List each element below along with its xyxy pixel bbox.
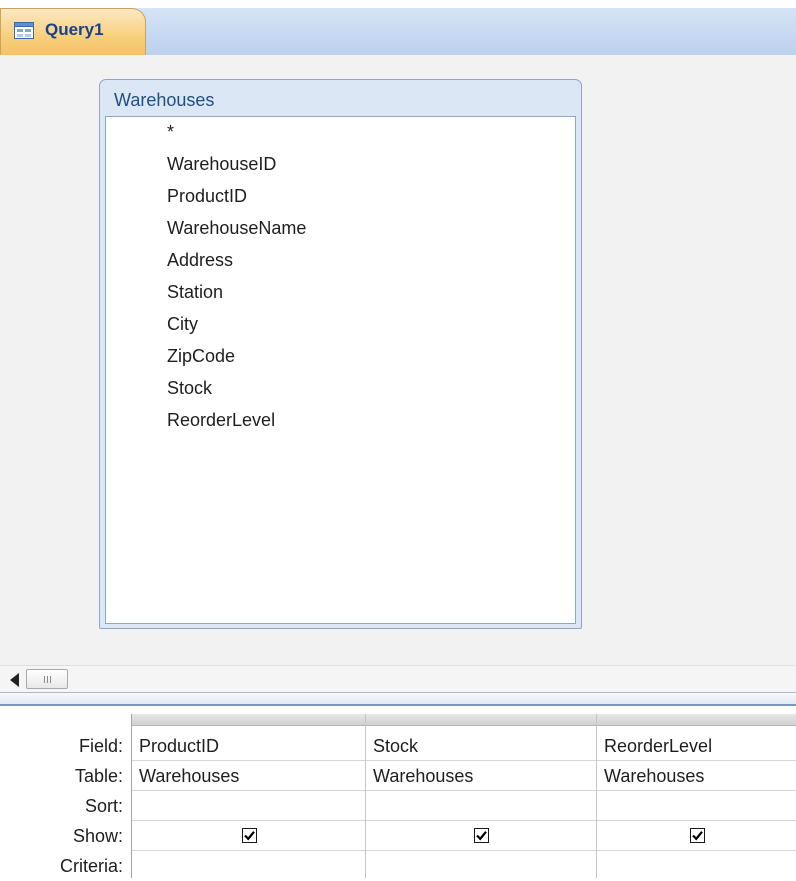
criteria-cell[interactable] <box>597 851 796 881</box>
field-item-station[interactable]: Station <box>167 277 223 307</box>
column-selector[interactable] <box>597 714 796 726</box>
column-selector[interactable] <box>366 714 596 726</box>
checkmark-icon <box>243 831 255 841</box>
field-cell-value: ProductID <box>139 736 220 756</box>
grid-row-labels: Field: Table: Sort: Show: Criteria: <box>0 706 131 878</box>
pane-splitter[interactable] <box>0 692 796 706</box>
grid-column: Stock Warehouses <box>366 714 597 878</box>
grip-line <box>47 676 48 683</box>
table-cell-value: Warehouses <box>139 766 240 786</box>
table-cell-value: Warehouses <box>373 766 474 786</box>
show-cell <box>597 821 796 851</box>
field-item-zipcode[interactable]: ZipCode <box>167 341 235 371</box>
field-cell[interactable]: ReorderLevel <box>597 731 796 761</box>
checkmark-icon <box>476 831 487 841</box>
table-cell-value: Warehouses <box>604 766 705 786</box>
grid-columns: ProductID Warehouses Stock Warehouses Re… <box>131 714 796 878</box>
table-title[interactable]: Warehouses <box>114 90 214 111</box>
sort-cell[interactable] <box>366 791 596 821</box>
grip-line <box>50 676 51 683</box>
field-item-address[interactable]: Address <box>167 245 233 275</box>
grid-column: ProductID Warehouses <box>132 714 366 878</box>
show-checkbox[interactable] <box>690 828 705 843</box>
sort-cell[interactable] <box>597 791 796 821</box>
grid-column: ReorderLevel Warehouses <box>597 714 796 878</box>
field-item-city[interactable]: City <box>167 309 198 339</box>
tab-query1[interactable]: Query1 <box>0 8 146 55</box>
field-list[interactable]: * WarehouseID ProductID WarehouseName Ad… <box>105 116 576 624</box>
field-item-warehousename[interactable]: WarehouseName <box>167 213 306 243</box>
field-item-all[interactable]: * <box>167 117 174 147</box>
query-design-icon <box>14 22 34 39</box>
table-field-list-warehouses[interactable]: Warehouses * WarehouseID ProductID Wareh… <box>99 79 582 629</box>
field-cell[interactable]: Stock <box>366 731 596 761</box>
show-cell <box>132 821 365 851</box>
tab-label: Query1 <box>45 20 104 39</box>
query-design-grid: Field: Table: Sort: Show: Criteria: Prod… <box>0 706 796 878</box>
field-cell-value: Stock <box>373 736 419 756</box>
grip-line <box>44 676 45 683</box>
show-checkbox[interactable] <box>474 828 489 843</box>
show-checkbox[interactable] <box>241 828 257 843</box>
field-cell-value: ReorderLevel <box>604 736 713 756</box>
field-item-productid[interactable]: ProductID <box>167 181 247 211</box>
row-label-table: Table: <box>74 766 123 786</box>
query-design-canvas[interactable]: Warehouses * WarehouseID ProductID Wareh… <box>0 55 796 665</box>
row-label-show: Show: <box>72 826 123 846</box>
field-item-stock[interactable]: Stock <box>167 373 212 403</box>
row-label-sort: Sort: <box>84 796 123 816</box>
sort-cell[interactable] <box>132 791 365 821</box>
table-cell[interactable]: Warehouses <box>597 761 796 791</box>
scroll-left-arrow-icon[interactable] <box>10 673 19 687</box>
row-label-criteria: Criteria: <box>59 856 123 876</box>
column-selector[interactable] <box>132 714 365 726</box>
table-cell[interactable]: Warehouses <box>366 761 596 791</box>
document-tab-strip: Query1 <box>0 0 796 56</box>
field-item-reorderlevel[interactable]: ReorderLevel <box>167 405 275 435</box>
criteria-cell[interactable] <box>132 851 365 881</box>
show-cell <box>366 821 596 851</box>
checkmark-icon <box>692 831 703 841</box>
row-label-field: Field: <box>78 736 123 756</box>
horizontal-scrollbar[interactable] <box>0 665 796 692</box>
table-cell[interactable]: Warehouses <box>132 761 365 791</box>
field-item-warehouseid[interactable]: WarehouseID <box>167 149 276 179</box>
field-cell[interactable]: ProductID <box>132 731 365 761</box>
scroll-thumb[interactable] <box>26 669 68 689</box>
criteria-cell[interactable] <box>366 851 596 881</box>
